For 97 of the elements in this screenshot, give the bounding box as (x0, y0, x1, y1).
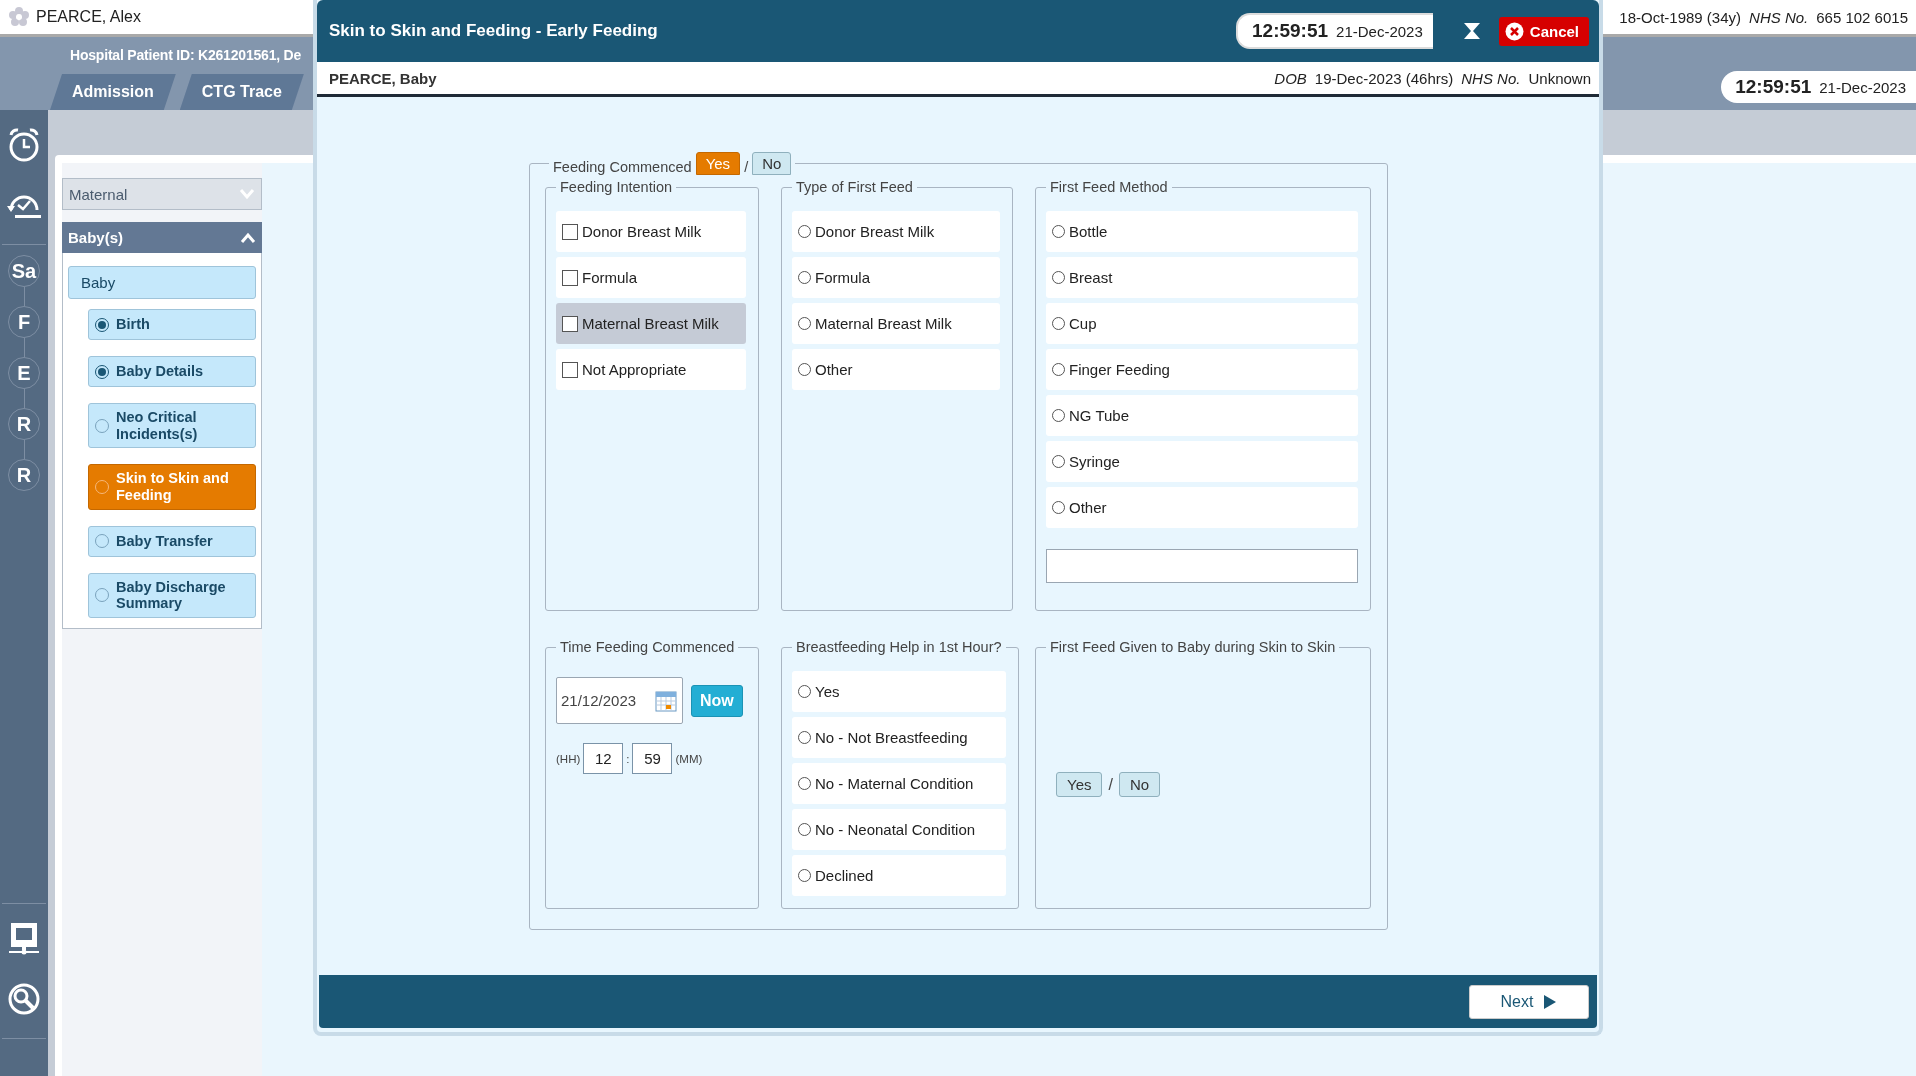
timeline-step[interactable]: R (8, 459, 40, 491)
radio-button[interactable] (1052, 409, 1065, 422)
nav-tab[interactable]: CTG Trace (179, 74, 304, 110)
date-of-birth: 19-Dec-2023 (46hrs) (1314, 69, 1454, 87)
timeline-step[interactable]: R (8, 408, 40, 440)
sidebar-item[interactable]: Baby Details (88, 356, 256, 387)
radio-option[interactable]: Syringe (1046, 441, 1358, 482)
group-title: Feeding Commenced (553, 159, 692, 175)
radio-option[interactable]: Donor Breast Milk (792, 211, 1000, 252)
minute-field[interactable]: 59 (632, 743, 673, 774)
radio-button[interactable] (1052, 225, 1065, 238)
radio-option[interactable]: No - Neonatal Condition (792, 809, 1006, 850)
radio-option[interactable]: Other (792, 349, 1000, 390)
nav-tab[interactable]: Admission (50, 74, 176, 110)
separator-text: / (1108, 775, 1113, 794)
radio-option[interactable]: No - Maternal Condition (792, 763, 1006, 804)
checkbox-option[interactable]: Maternal Breast Milk (556, 303, 746, 344)
nhs-number: Unknown (1528, 69, 1591, 87)
radio-button[interactable] (798, 317, 811, 330)
nhs-number: 665 102 6015 (1816, 8, 1908, 26)
timeline-step[interactable]: F (8, 306, 40, 338)
time-separator: : (626, 752, 630, 765)
checkbox[interactable] (562, 269, 578, 286)
input-field[interactable] (1046, 549, 1358, 583)
chevron-down-icon (239, 188, 255, 200)
checkbox[interactable] (562, 315, 578, 332)
radio-button[interactable] (1052, 455, 1065, 468)
hour-field[interactable]: 12 (583, 743, 624, 774)
timeline-step[interactable]: E (8, 357, 40, 389)
radio-button[interactable] (798, 685, 811, 698)
dob-label: DOB (1274, 69, 1307, 87)
radio-option[interactable]: Maternal Breast Milk (792, 303, 1000, 344)
yes-toggle[interactable]: Yes (1056, 772, 1103, 797)
minutes-label: (MM) (675, 752, 703, 765)
no-toggle[interactable]: No (1118, 772, 1161, 797)
section-header[interactable]: Baby(s) (62, 222, 262, 253)
radio-option[interactable]: NG Tube (1046, 395, 1358, 436)
close-icon (1504, 21, 1524, 41)
group-title: First Feed Given to Baby during Skin to Skin (1050, 639, 1336, 655)
group-title: Time Feeding Commenced (560, 639, 735, 655)
dialog-title: Skin to Skin and Feeding - Early Feeding (329, 21, 658, 41)
sidebar-item[interactable]: Neo Critical Incidents(s) (88, 403, 256, 449)
sidebar-group[interactable]: Baby (68, 266, 256, 299)
radio-button[interactable] (798, 271, 811, 284)
flower-icon (8, 6, 30, 28)
separator-text: / (744, 159, 749, 175)
date-of-birth: 18-Oct-1989 (34y) (1619, 8, 1742, 26)
dropdown[interactable]: Maternal (62, 178, 262, 210)
clock-time: 12:59:51 (1735, 76, 1812, 98)
clock-time: 12:59:51 (1252, 20, 1329, 42)
group-title: First Feed Method (1050, 179, 1168, 195)
radio-option[interactable]: No - Not Breastfeeding (792, 717, 1006, 758)
chevron-up-icon (240, 231, 256, 244)
hours-label: (HH) (556, 752, 581, 765)
radio-option[interactable]: Declined (792, 855, 1006, 896)
group-title: Breastfeeding Help in 1st Hour? (796, 639, 1002, 655)
radio-button[interactable] (798, 777, 811, 790)
radio-button[interactable] (1052, 501, 1065, 514)
radio-button[interactable] (798, 823, 811, 836)
radio-option[interactable]: Breast (1046, 257, 1358, 298)
cancel-button[interactable]: Cancel (1498, 16, 1589, 46)
date-field[interactable]: 21/12/2023 (556, 677, 683, 724)
radio-button[interactable] (1052, 271, 1065, 284)
radio-button[interactable] (1052, 363, 1065, 376)
clock-date: 21-Dec-2023 (1819, 79, 1906, 96)
radio-button[interactable] (798, 869, 811, 882)
radio-option[interactable]: Other (1046, 487, 1358, 528)
play-icon (1543, 993, 1558, 1010)
radio-button[interactable] (798, 363, 811, 376)
group-title: Type of First Feed (796, 179, 913, 195)
checkbox-option[interactable]: Formula (556, 257, 746, 298)
checkbox-option[interactable]: Donor Breast Milk (556, 211, 746, 252)
timeline-step[interactable]: Sa (8, 255, 40, 287)
radio-option[interactable]: Formula (792, 257, 1000, 298)
no-toggle[interactable]: No (752, 152, 792, 175)
nhs-label: NHS No. (1749, 8, 1809, 26)
radio-option[interactable]: Yes (792, 671, 1006, 712)
nhs-label: NHS No. (1461, 69, 1521, 87)
radio-option[interactable]: Finger Feeding (1046, 349, 1358, 390)
checkbox-option[interactable]: Not Appropriate (556, 349, 746, 390)
clock-date: 21-Dec-2023 (1336, 23, 1423, 40)
radio-button[interactable] (798, 225, 811, 238)
radio-option[interactable]: Cup (1046, 303, 1358, 344)
hospital-patient-id: Hospital Patient ID: K261201561, De (70, 47, 302, 63)
checkbox[interactable] (562, 223, 578, 240)
sidebar-item[interactable]: Baby Transfer (88, 525, 256, 557)
hourglass-icon[interactable] (1462, 22, 1481, 40)
radio-button[interactable] (798, 731, 811, 744)
radio-button[interactable] (1052, 317, 1065, 330)
sidebar-item[interactable]: Baby Discharge Summary (88, 572, 256, 619)
sidebar-item[interactable]: Birth (88, 309, 256, 340)
checkbox[interactable] (562, 361, 578, 378)
patient-name: PEARCE, Alex (36, 8, 141, 26)
group-title: Feeding Intention (560, 179, 673, 195)
baby-name: PEARCE, Baby (329, 69, 437, 87)
radio-option[interactable]: Bottle (1046, 211, 1358, 252)
next-button[interactable]: Next (1469, 984, 1589, 1019)
